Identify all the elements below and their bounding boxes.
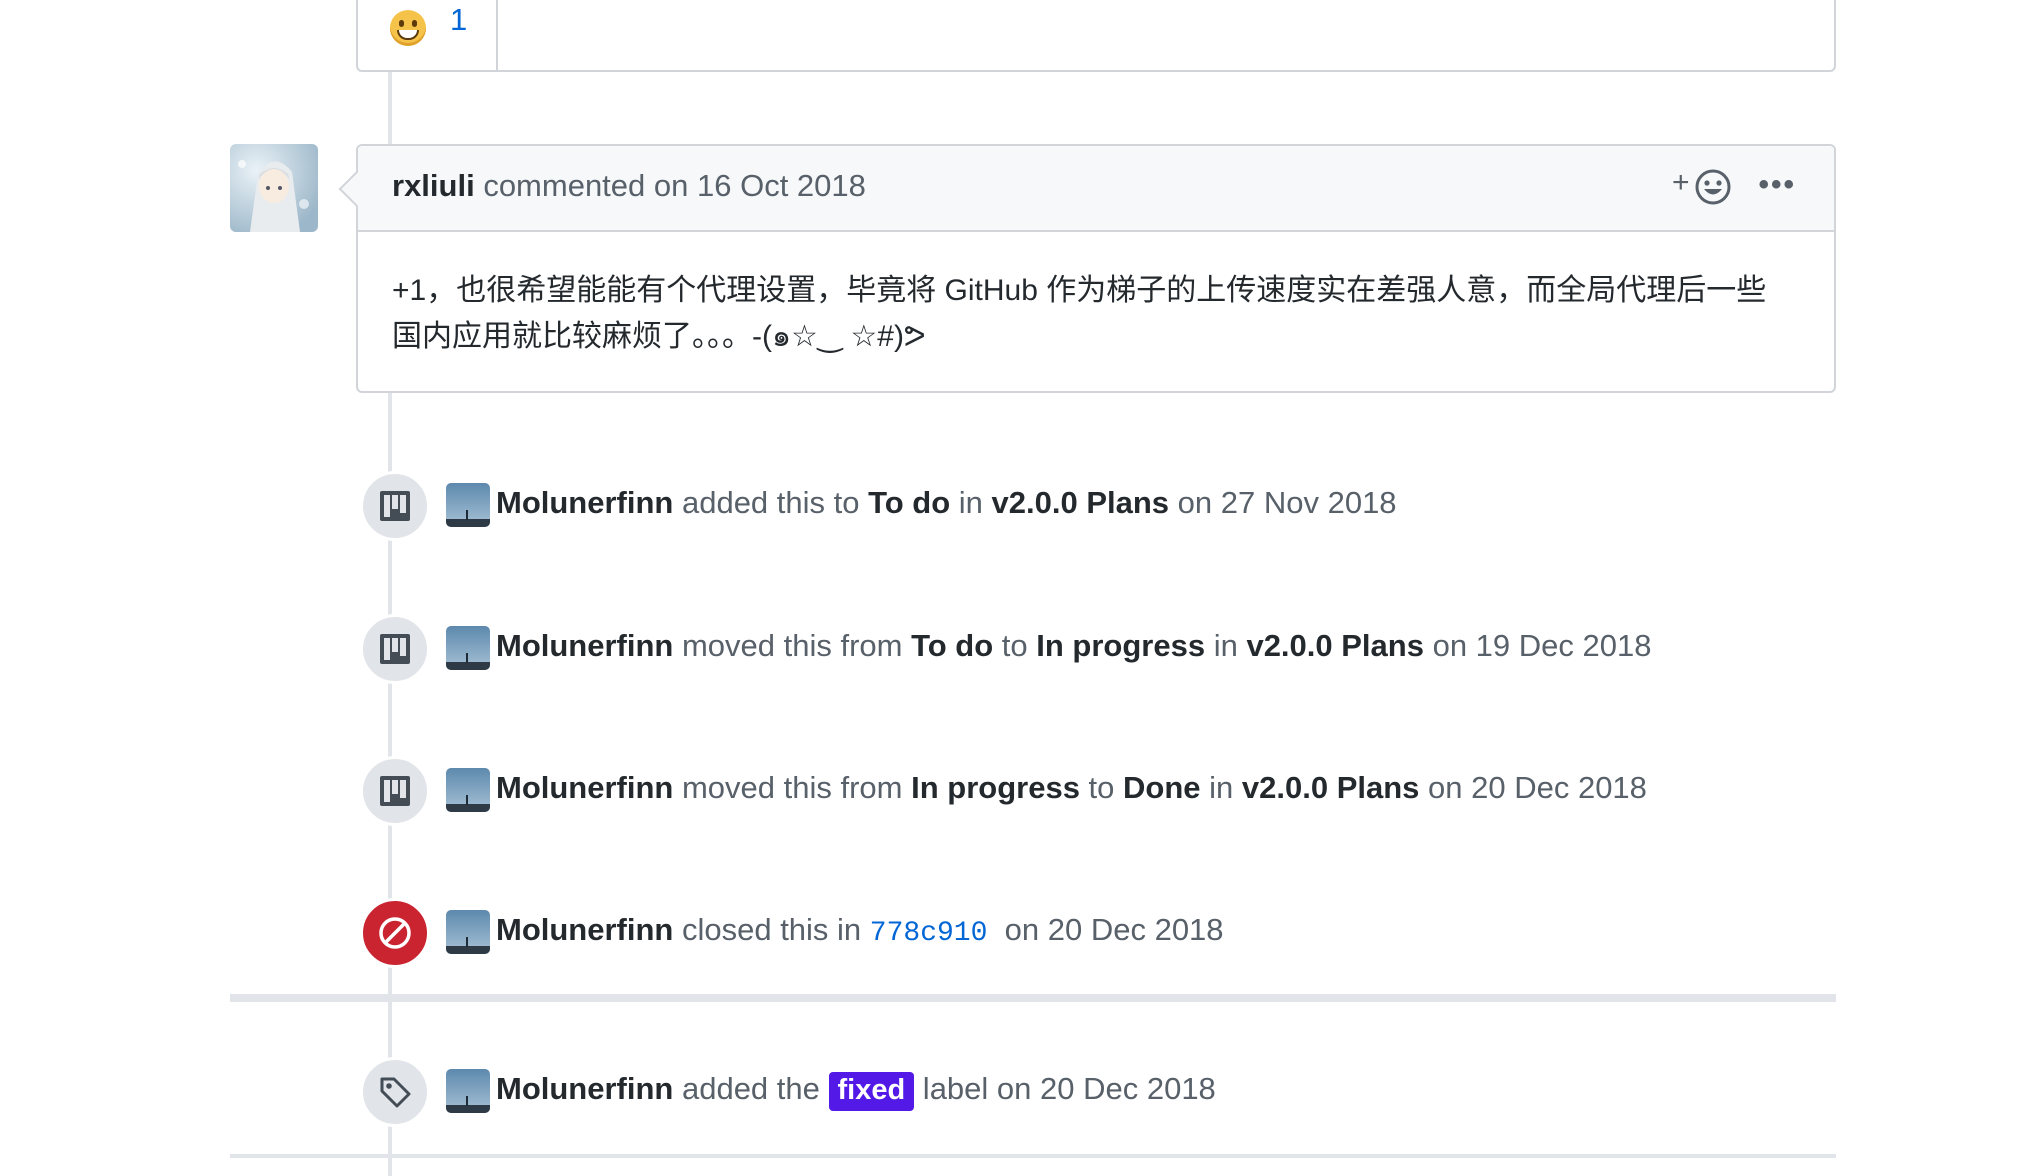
column-name: To do xyxy=(868,485,951,520)
event-date[interactable]: on 20 Dec 2018 xyxy=(1419,770,1647,805)
actor-avatar[interactable] xyxy=(446,483,490,527)
comment-body: +1，也很希望能能有个代理设置，毕竟将 GitHub 作为梯子的上传速度实在差强… xyxy=(392,274,1767,353)
add-reaction-button[interactable]: + xyxy=(1672,166,1734,208)
project-icon xyxy=(360,614,430,684)
timeline-divider xyxy=(230,1154,1836,1158)
smiley-icon xyxy=(1695,169,1731,205)
actor-name[interactable]: Molunerfinn xyxy=(496,485,673,520)
column-name: To do xyxy=(911,628,994,663)
actor-name[interactable]: Molunerfinn xyxy=(496,770,673,805)
smile-emoji-icon xyxy=(390,10,426,46)
comment-author[interactable]: rxliuli xyxy=(392,168,475,203)
comment-header: rxliuli commented on 16 Oct 2018 + ••• xyxy=(358,146,1834,232)
column-name: Done xyxy=(1123,770,1201,805)
circle-slash-icon xyxy=(360,898,430,968)
column-name: In progress xyxy=(911,770,1080,805)
actor-name[interactable]: Molunerfinn xyxy=(496,912,673,947)
timeline-divider xyxy=(230,994,1836,1002)
reaction-count: 1 xyxy=(450,2,468,37)
column-name: In progress xyxy=(1036,628,1206,663)
actor-avatar[interactable] xyxy=(446,768,490,812)
tag-icon xyxy=(360,1057,430,1127)
project-link[interactable]: v2.0.0 Plans xyxy=(1242,770,1420,805)
event-date[interactable]: on 19 Dec 2018 xyxy=(1424,628,1652,663)
timeline-event-project: Molunerfinn moved this from To do to In … xyxy=(360,614,1660,684)
plus-icon: + xyxy=(1672,166,1690,199)
actor-name[interactable]: Molunerfinn xyxy=(496,628,673,663)
more-options-icon[interactable]: ••• xyxy=(1758,168,1796,202)
project-icon xyxy=(360,756,430,826)
event-date[interactable]: on 27 Nov 2018 xyxy=(1169,485,1397,520)
avatar[interactable] xyxy=(230,144,318,232)
timeline-event-label: Molunerfinn added the fixed label on 20 … xyxy=(360,1057,1660,1127)
project-icon xyxy=(360,471,430,541)
actor-avatar[interactable] xyxy=(446,1069,490,1113)
actor-avatar[interactable] xyxy=(446,910,490,954)
timeline-event-project: Molunerfinn moved this from In progress … xyxy=(360,756,1660,826)
commit-link[interactable]: 778c910 xyxy=(870,918,988,949)
comment-action: commented xyxy=(474,168,654,203)
event-date[interactable]: label on 20 Dec 2018 xyxy=(914,1071,1216,1106)
project-link[interactable]: v2.0.0 Plans xyxy=(992,485,1170,520)
actor-avatar[interactable] xyxy=(446,626,490,670)
actor-name[interactable]: Molunerfinn xyxy=(496,1071,673,1106)
comment: rxliuli commented on 16 Oct 2018 + ••• +… xyxy=(338,144,1836,393)
label-badge[interactable]: fixed xyxy=(828,1072,915,1111)
event-date[interactable]: on 20 Dec 2018 xyxy=(987,912,1224,947)
comment-date[interactable]: on 16 Oct 2018 xyxy=(654,168,866,203)
reaction-button[interactable]: 1 xyxy=(358,0,498,72)
project-link[interactable]: v2.0.0 Plans xyxy=(1246,628,1424,663)
reaction-bar: 1 xyxy=(356,0,1836,72)
timeline-event-project: Molunerfinn added this to To do in v2.0.… xyxy=(360,471,1660,541)
timeline-event-closed: Molunerfinn closed this in 778c910 on 20… xyxy=(360,898,1660,968)
